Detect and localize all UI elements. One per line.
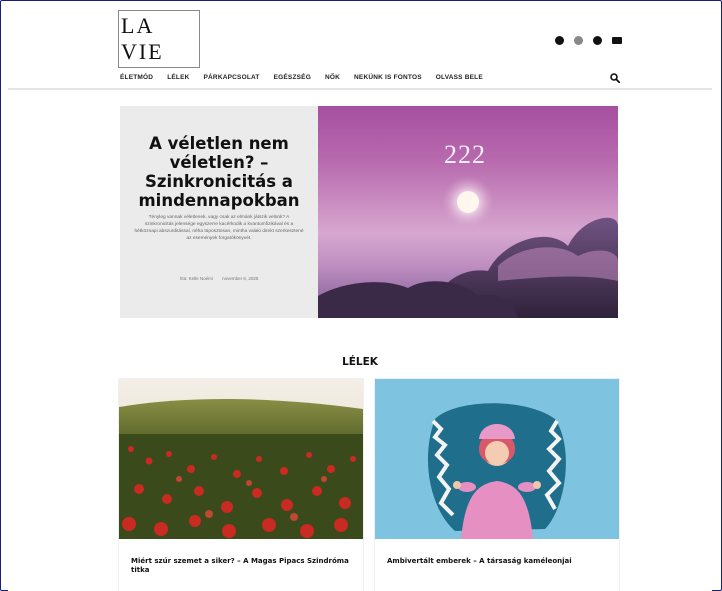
site-header: LA VIE ÉLETMÓD LÉLEK PÁRKAPCSOLAT EGÉSZS… [8,8,712,90]
woman-paper-art [375,379,619,539]
site-logo[interactable]: LA VIE [118,10,200,68]
card-title[interactable]: Miért szúr szemet a siker? – A Magas Pip… [131,557,351,575]
featured-author: Írta: Kelle Noémi [179,276,213,281]
card-title[interactable]: Ambivertált emberek – A társaság kaméleo… [387,557,607,566]
nav-item-nok[interactable]: NŐK [325,74,340,81]
nav-item-lelek[interactable]: LÉLEK [167,74,189,81]
featured-image-art [318,176,618,318]
search-button[interactable] [610,70,622,84]
featured-article[interactable]: A véletlen nem véletlen? – Szinkronicitá… [120,106,618,318]
social-links [555,36,622,45]
search-icon [610,73,621,84]
nav-item-eletmod[interactable]: ÉLETMÓD [120,74,153,81]
facebook-icon[interactable] [555,36,564,45]
main-nav: ÉLETMÓD LÉLEK PÁRKAPCSOLAT EGÉSZSÉG NŐK … [120,74,483,81]
logo-text: LA VIE [118,10,200,68]
featured-image[interactable]: 222 [318,106,618,318]
nav-item-olvass-bele[interactable]: OLVASS BELE [436,74,483,81]
card-image-woman-paper[interactable] [375,379,619,539]
instagram-icon[interactable] [574,36,583,45]
nav-item-egeszseg[interactable]: EGÉSZSÉG [274,74,311,81]
nav-item-parkapcsolat[interactable]: PÁRKAPCSOLAT [204,74,260,81]
nav-item-nekunk-is-fontos[interactable]: NEKÜNK IS FONTOS [354,74,422,81]
page: LA VIE ÉLETMÓD LÉLEK PÁRKAPCSOLAT EGÉSZS… [8,8,712,591]
featured-date: november 6, 2025 [222,276,259,281]
article-card[interactable]: Ambivertált emberek – A társaság kaméleo… [374,378,620,591]
featured-image-number: 222 [444,140,486,169]
card-image-poppy-field[interactable] [119,379,363,539]
featured-text-panel: A véletlen nem véletlen? – Szinkronicitá… [120,106,318,318]
section-title: LÉLEK [342,356,378,368]
featured-title[interactable]: A véletlen nem véletlen? – Szinkronicitá… [130,134,308,210]
article-card[interactable]: Miért szúr szemet a siker? – A Magas Pip… [118,378,364,591]
mail-icon[interactable] [612,37,622,44]
pinterest-icon[interactable] [593,36,602,45]
featured-meta: Írta: Kelle Noémi november 6, 2025 [120,276,318,281]
poppy-field-art [119,379,363,539]
featured-excerpt: Tényleg vannak véletlenek, vagy csak az … [134,215,304,241]
